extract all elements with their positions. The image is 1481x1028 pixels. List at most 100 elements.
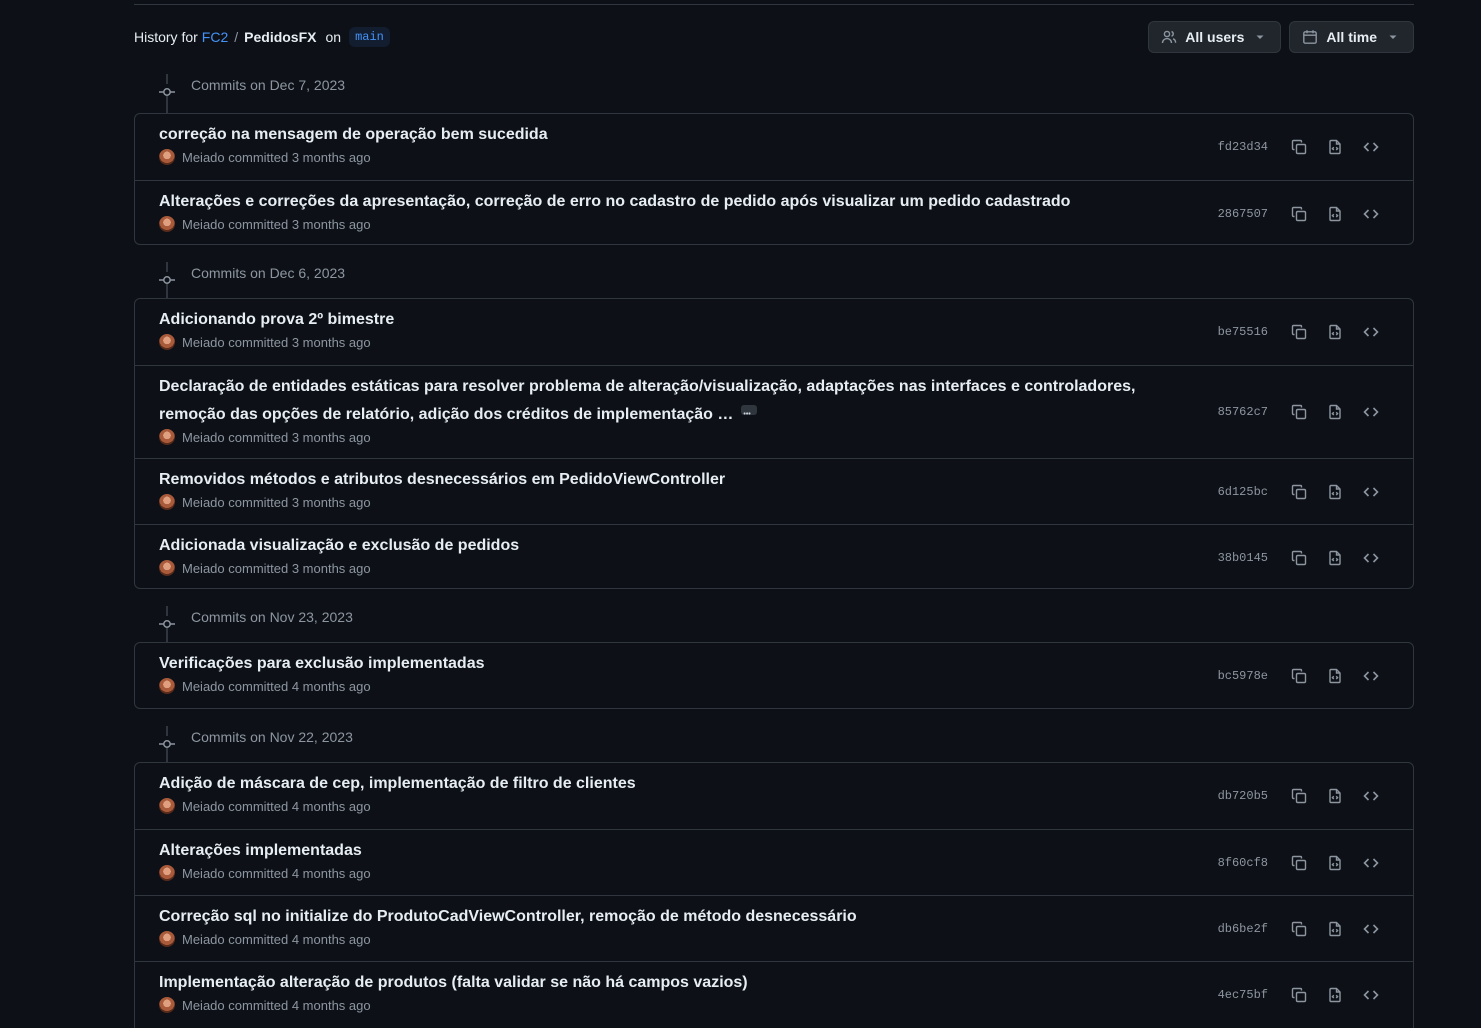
commit-author[interactable]: Meiado (182, 430, 225, 445)
copy-icon[interactable] (1281, 782, 1317, 810)
commit-message[interactable]: Correção sql no initialize do ProdutoCad… (159, 903, 1159, 931)
commit-author[interactable]: Meiado (182, 335, 225, 350)
avatar[interactable] (159, 865, 175, 881)
file-diff-icon[interactable] (1317, 398, 1353, 426)
file-diff-icon[interactable] (1317, 133, 1353, 161)
commit-sha[interactable]: 85762c7 (1218, 405, 1268, 419)
file-diff-icon[interactable] (1317, 782, 1353, 810)
avatar[interactable] (159, 678, 175, 694)
avatar[interactable] (159, 560, 175, 576)
commit-author[interactable]: Meiado (182, 799, 225, 814)
commit-message[interactable]: Alterações e correções da apresentação, … (159, 188, 1259, 216)
commit-sha[interactable]: 2867507 (1218, 207, 1268, 221)
code-icon[interactable] (1353, 849, 1389, 877)
code-icon[interactable] (1353, 133, 1389, 161)
commit-message[interactable]: Adicionada visualização e exclusão de pe… (159, 532, 1159, 560)
commit-sha[interactable]: 4ec75bf (1218, 988, 1268, 1002)
avatar[interactable] (159, 494, 175, 510)
commit-time: committed 4 months ago (228, 798, 371, 814)
commit-message-text[interactable]: Declaração de entidades estáticas para r… (159, 378, 1135, 423)
commit-sha[interactable]: be75516 (1218, 325, 1268, 339)
people-icon (1161, 29, 1177, 45)
commit-row[interactable]: Adicionando prova 2º bimestre Meiado com… (135, 299, 1413, 365)
avatar[interactable] (159, 334, 175, 350)
commit-date-label: Commits on Nov 22, 2023 (191, 729, 353, 745)
copy-icon[interactable] (1281, 398, 1317, 426)
commit-row[interactable]: Verificações para exclusão implementadas… (135, 643, 1413, 708)
file-diff-icon[interactable] (1317, 981, 1353, 1009)
commit-row[interactable]: Correção sql no initialize do ProdutoCad… (135, 895, 1413, 961)
branch-badge[interactable]: main (349, 27, 390, 47)
commit-message[interactable]: Declaração de entidades estáticas para r… (159, 373, 1159, 429)
commit-row[interactable]: Adição de máscara de cep, implementação … (135, 763, 1413, 829)
copy-icon[interactable] (1281, 318, 1317, 346)
avatar[interactable] (159, 931, 175, 947)
commit-author[interactable]: Meiado (182, 679, 225, 694)
copy-icon[interactable] (1281, 478, 1317, 506)
commit-message[interactable]: Adicionando prova 2º bimestre (159, 306, 1159, 334)
code-icon[interactable] (1353, 782, 1389, 810)
code-icon[interactable] (1353, 915, 1389, 943)
commit-row[interactable]: Declaração de entidades estáticas para r… (135, 365, 1413, 458)
avatar[interactable] (159, 216, 175, 232)
commit-row[interactable]: correção na mensagem de operação bem suc… (135, 114, 1413, 180)
breadcrumb-separator: / (234, 29, 239, 45)
owner-link[interactable]: FC2 (202, 29, 228, 45)
avatar[interactable] (159, 997, 175, 1013)
breadcrumb: History for FC2 / PedidosFX on main (134, 27, 390, 47)
commit-row[interactable]: Adicionada visualização e exclusão de pe… (135, 524, 1413, 588)
copy-icon[interactable] (1281, 981, 1317, 1009)
commit-sha[interactable]: 8f60cf8 (1218, 856, 1268, 870)
commit-author[interactable]: Meiado (182, 866, 225, 881)
copy-icon[interactable] (1281, 544, 1317, 572)
commit-time: committed 4 months ago (228, 865, 371, 881)
commit-message[interactable]: Verificações para exclusão implementadas (159, 650, 1159, 678)
commit-author[interactable]: Meiado (182, 998, 225, 1013)
commit-row[interactable]: Implementação alteração de produtos (fal… (135, 961, 1413, 1027)
commit-row[interactable]: Removidos métodos e atributos desnecessá… (135, 458, 1413, 524)
code-icon[interactable] (1353, 478, 1389, 506)
file-diff-icon[interactable] (1317, 318, 1353, 346)
expand-message-button[interactable] (741, 401, 758, 429)
all-time-button[interactable]: All time (1289, 21, 1414, 53)
code-icon[interactable] (1353, 662, 1389, 690)
commit-row[interactable]: Alterações e correções da apresentação, … (135, 180, 1413, 244)
copy-icon[interactable] (1281, 662, 1317, 690)
commit-message[interactable]: Alterações implementadas (159, 837, 1159, 865)
commit-sha[interactable]: 38b0145 (1218, 551, 1268, 565)
commit-sha[interactable]: bc5978e (1218, 669, 1268, 683)
all-users-button[interactable]: All users (1148, 21, 1282, 53)
file-diff-icon[interactable] (1317, 544, 1353, 572)
code-icon[interactable] (1353, 318, 1389, 346)
commit-sha[interactable]: db6be2f (1218, 922, 1268, 936)
code-icon[interactable] (1353, 981, 1389, 1009)
commit-author[interactable]: Meiado (182, 495, 225, 510)
code-icon[interactable] (1353, 398, 1389, 426)
file-diff-icon[interactable] (1317, 200, 1353, 228)
commit-message[interactable]: Adição de máscara de cep, implementação … (159, 770, 1159, 798)
code-icon[interactable] (1353, 200, 1389, 228)
commit-row[interactable]: Alterações implementadas Meiado committe… (135, 829, 1413, 895)
commit-author[interactable]: Meiado (182, 150, 225, 165)
code-icon[interactable] (1353, 544, 1389, 572)
copy-icon[interactable] (1281, 915, 1317, 943)
commit-author[interactable]: Meiado (182, 561, 225, 576)
copy-icon[interactable] (1281, 133, 1317, 161)
file-diff-icon[interactable] (1317, 662, 1353, 690)
copy-icon[interactable] (1281, 849, 1317, 877)
avatar[interactable] (159, 798, 175, 814)
commit-sha[interactable]: db720b5 (1218, 789, 1268, 803)
commit-sha[interactable]: fd23d34 (1218, 140, 1268, 154)
commit-message[interactable]: Removidos métodos e atributos desnecessá… (159, 466, 1159, 494)
commit-author[interactable]: Meiado (182, 932, 225, 947)
commit-author[interactable]: Meiado (182, 217, 225, 232)
commit-sha[interactable]: 6d125bc (1218, 485, 1268, 499)
avatar[interactable] (159, 149, 175, 165)
file-diff-icon[interactable] (1317, 849, 1353, 877)
commit-message[interactable]: Implementação alteração de produtos (fal… (159, 969, 1159, 997)
file-diff-icon[interactable] (1317, 915, 1353, 943)
avatar[interactable] (159, 429, 175, 445)
file-diff-icon[interactable] (1317, 478, 1353, 506)
commit-message[interactable]: correção na mensagem de operação bem suc… (159, 121, 1159, 149)
copy-icon[interactable] (1281, 200, 1317, 228)
